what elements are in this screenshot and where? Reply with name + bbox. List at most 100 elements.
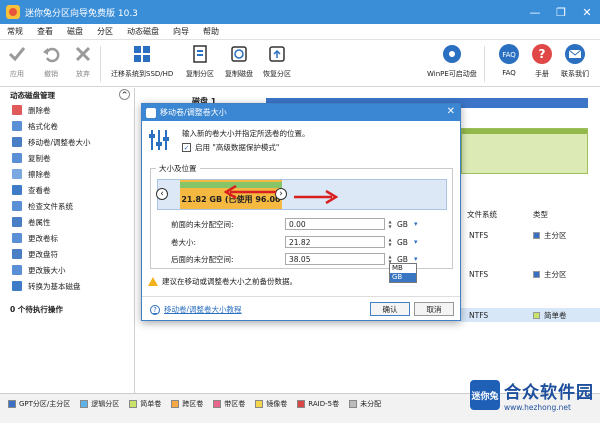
mail-icon [564, 43, 586, 65]
op-change-cluster-size[interactable]: 更改簇大小 [0, 262, 134, 278]
apply-button[interactable]: 应用 [6, 43, 28, 79]
convert-icon [12, 281, 22, 291]
partition-slider[interactable]: 21.82 GB (已使用 96.00 ‹ › [156, 179, 447, 210]
svg-text:FAQ: FAQ [502, 51, 516, 59]
op-explore-volume[interactable]: 查看卷 [0, 182, 134, 198]
explore-icon [12, 185, 22, 195]
delete-icon [12, 105, 22, 115]
check-icon [12, 201, 22, 211]
spinner-icon[interactable]: ▲ ▼ [387, 236, 393, 248]
faq-button[interactable]: FAQ FAQ [498, 43, 520, 77]
label-icon [12, 233, 22, 243]
windows-migrate-icon [131, 43, 153, 65]
drive-letter-icon [12, 249, 22, 259]
menu-bar: 常规 查看 磁盘 分区 动态磁盘 向导 帮助 [0, 24, 600, 40]
toolbar-separator [484, 46, 485, 82]
cancel-button[interactable]: 取消 [414, 302, 454, 316]
legend-item: 带区卷 [213, 399, 245, 409]
op-volume-properties[interactable]: 卷属性 [0, 214, 134, 230]
col-type: 类型 [533, 209, 548, 219]
window-title: 迷你兔分区向导免费版 10.3 [25, 8, 138, 19]
copy-disk-icon [228, 43, 250, 65]
legend: GPT分区/主分区 逻辑分区 简单卷 跨区卷 带区卷 镜像卷 RAID-5卷 未… [8, 399, 391, 409]
faq-icon: FAQ [498, 43, 520, 65]
legend-item: 镜像卷 [255, 399, 287, 409]
wipe-icon [12, 169, 22, 179]
tutorial-link[interactable]: ? 移动卷/调整卷大小教程 [150, 304, 242, 315]
unit-dropdown-icon[interactable]: ▾ [414, 220, 418, 228]
table-row[interactable]: NTFS 主分区 [461, 267, 600, 281]
legend-item: 跨区卷 [171, 399, 203, 409]
help-question-icon: ? [531, 43, 553, 65]
dialog-title: 移动卷/调整卷大小 [160, 108, 227, 117]
dialog-close-button[interactable]: ✕ [447, 106, 455, 117]
menu-help[interactable]: 帮助 [196, 26, 226, 37]
unit-option-gb[interactable]: GB [390, 273, 416, 282]
winpe-bootable-button[interactable]: WinPE可启动盘 [427, 43, 477, 79]
svg-text:?: ? [539, 47, 546, 61]
app-logo-icon [6, 5, 20, 19]
checkmark-icon [6, 43, 28, 65]
menu-partition[interactable]: 分区 [90, 26, 120, 37]
minimize-button[interactable]: — [522, 0, 548, 24]
unallocated-before-input[interactable]: 0.00 [285, 218, 385, 230]
op-check-file-system[interactable]: 检查文件系统 [0, 198, 134, 214]
menu-wizard[interactable]: 向导 [166, 26, 196, 37]
op-change-label[interactable]: 更改卷标 [0, 230, 134, 246]
collapse-icon[interactable]: ^ [119, 89, 130, 100]
spinner-icon[interactable]: ▲ ▼ [387, 218, 393, 230]
unallocated-before-row: 前面的未分配空间: 0.00 ▲ ▼ GB ▾ [171, 218, 418, 230]
checkbox-check-icon: ✓ [182, 143, 191, 152]
watermark-url: www.hezhong.net [504, 403, 571, 412]
op-copy-volume[interactable]: 复制卷 [0, 150, 134, 166]
undo-button[interactable]: 撤销 [40, 43, 62, 79]
op-convert-basic-disk[interactable]: 转换为基本磁盘 [0, 278, 134, 294]
unit-dropdown-icon[interactable]: ▾ [414, 238, 418, 246]
op-move-resize-volume[interactable]: 移动卷/调整卷大小 [0, 134, 134, 150]
left-handle-icon[interactable]: ‹ [156, 188, 168, 200]
copy-disk-button[interactable]: 复制磁盘 [225, 43, 253, 79]
help-icon: ? [150, 304, 160, 315]
warning-icon [148, 277, 158, 286]
copy-partition-icon [189, 43, 211, 65]
menu-disk[interactable]: 磁盘 [60, 26, 90, 37]
size-position-group: 21.82 GB (已使用 96.00 ‹ › 前面的未分配空间: 0.00 ▲… [150, 168, 453, 269]
manual-button[interactable]: ? 手册 [531, 43, 553, 79]
window-controls: — ❐ ✕ [522, 0, 600, 24]
volume-size-input[interactable]: 21.82 [285, 236, 385, 248]
contact-us-button[interactable]: 联系我们 [561, 43, 589, 79]
op-wipe-volume[interactable]: 擦除卷 [0, 166, 134, 182]
table-row[interactable]: NTFS 简单卷 [461, 308, 600, 322]
restore-partition-button[interactable]: 恢复分区 [263, 43, 291, 79]
resize-icon [12, 137, 22, 147]
simple-volume-swatch [533, 311, 540, 319]
unallocated-after-input[interactable]: 38.05 [285, 253, 385, 265]
op-change-drive-letter[interactable]: 更改盘符 [0, 246, 134, 262]
ok-button[interactable]: 确认 [370, 302, 410, 316]
menu-dynamic-disk[interactable]: 动态磁盘 [120, 26, 166, 37]
maximize-button[interactable]: ❐ [548, 0, 574, 24]
col-file-system: 文件系统 [467, 209, 497, 219]
discard-button[interactable]: 放弃 [72, 43, 94, 79]
dialog-description: 输入新的卷大小并指定所选卷的位置。 [182, 129, 310, 138]
partition-table-header: 文件系统 类型 [461, 206, 600, 222]
unit-dropdown-icon[interactable]: ▾ [414, 255, 418, 263]
cluster-icon [12, 265, 22, 275]
partition-block[interactable] [461, 128, 588, 174]
close-window-button[interactable]: ✕ [574, 0, 600, 24]
table-row[interactable]: NTFS 主分区 [461, 228, 600, 242]
menu-general[interactable]: 常规 [0, 26, 30, 37]
unit-option-mb[interactable]: MB [390, 264, 416, 273]
unit-dropdown-list: MB GB [389, 263, 417, 283]
dialog-app-icon [146, 107, 156, 118]
op-format-volume[interactable]: 格式化卷 [0, 118, 134, 134]
brand-logo-icon: 迷你兔 [470, 380, 500, 410]
menu-view[interactable]: 查看 [30, 26, 60, 37]
migrate-os-button[interactable]: 迁移系统到SSD/HD [111, 43, 173, 79]
copy-icon [12, 153, 22, 163]
advanced-protection-checkbox[interactable]: ✓ 启用 "高级数据保护模式" [182, 142, 279, 153]
copy-partition-button[interactable]: 复制分区 [186, 43, 214, 79]
watermark-brand: 合众软件园 [504, 383, 594, 403]
op-delete-volume[interactable]: 删除卷 [0, 102, 134, 118]
pending-operations[interactable]: 0 个待执行操作 [0, 300, 134, 318]
